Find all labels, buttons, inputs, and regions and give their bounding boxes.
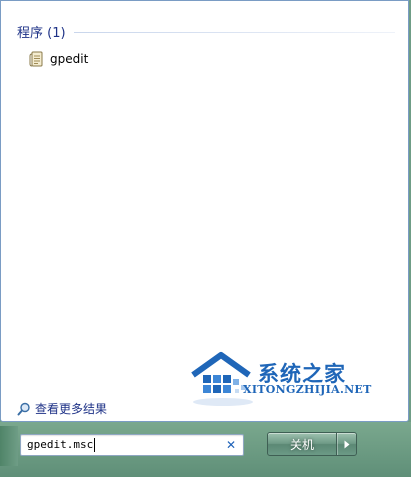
see-more-results-link[interactable]: 查看更多结果 xyxy=(17,399,107,417)
search-icon xyxy=(17,401,31,416)
close-icon[interactable]: ✕ xyxy=(226,438,236,452)
programs-section-title: 程序 (1) xyxy=(17,26,66,41)
section-divider xyxy=(73,32,395,33)
search-input-value: gpedit.msc xyxy=(27,438,94,451)
shutdown-options-button[interactable] xyxy=(337,433,356,455)
start-menu-results-pane: 程序 (1) gpedit 系统之家 XITONGZHIJIA.NET 查看更多… xyxy=(0,0,409,422)
result-item-label: gpedit xyxy=(50,52,89,66)
shutdown-button-group: 关机 xyxy=(267,432,357,456)
left-edge-strip xyxy=(0,426,18,466)
chevron-right-icon xyxy=(344,440,349,448)
programs-section-header: 程序 (1) xyxy=(17,22,395,41)
house-logo-icon xyxy=(191,352,253,406)
watermark-logo: 系统之家 XITONGZHIJIA.NET xyxy=(189,347,389,409)
shutdown-button[interactable]: 关机 xyxy=(268,433,336,455)
text-caret xyxy=(94,438,95,452)
see-more-results-label: 查看更多结果 xyxy=(35,401,108,416)
watermark-url: XITONGZHIJIA.NET xyxy=(243,383,372,396)
search-input[interactable]: gpedit.msc ✕ xyxy=(20,434,244,456)
result-item-gpedit[interactable]: gpedit xyxy=(29,49,94,69)
gpedit-icon xyxy=(29,50,45,68)
